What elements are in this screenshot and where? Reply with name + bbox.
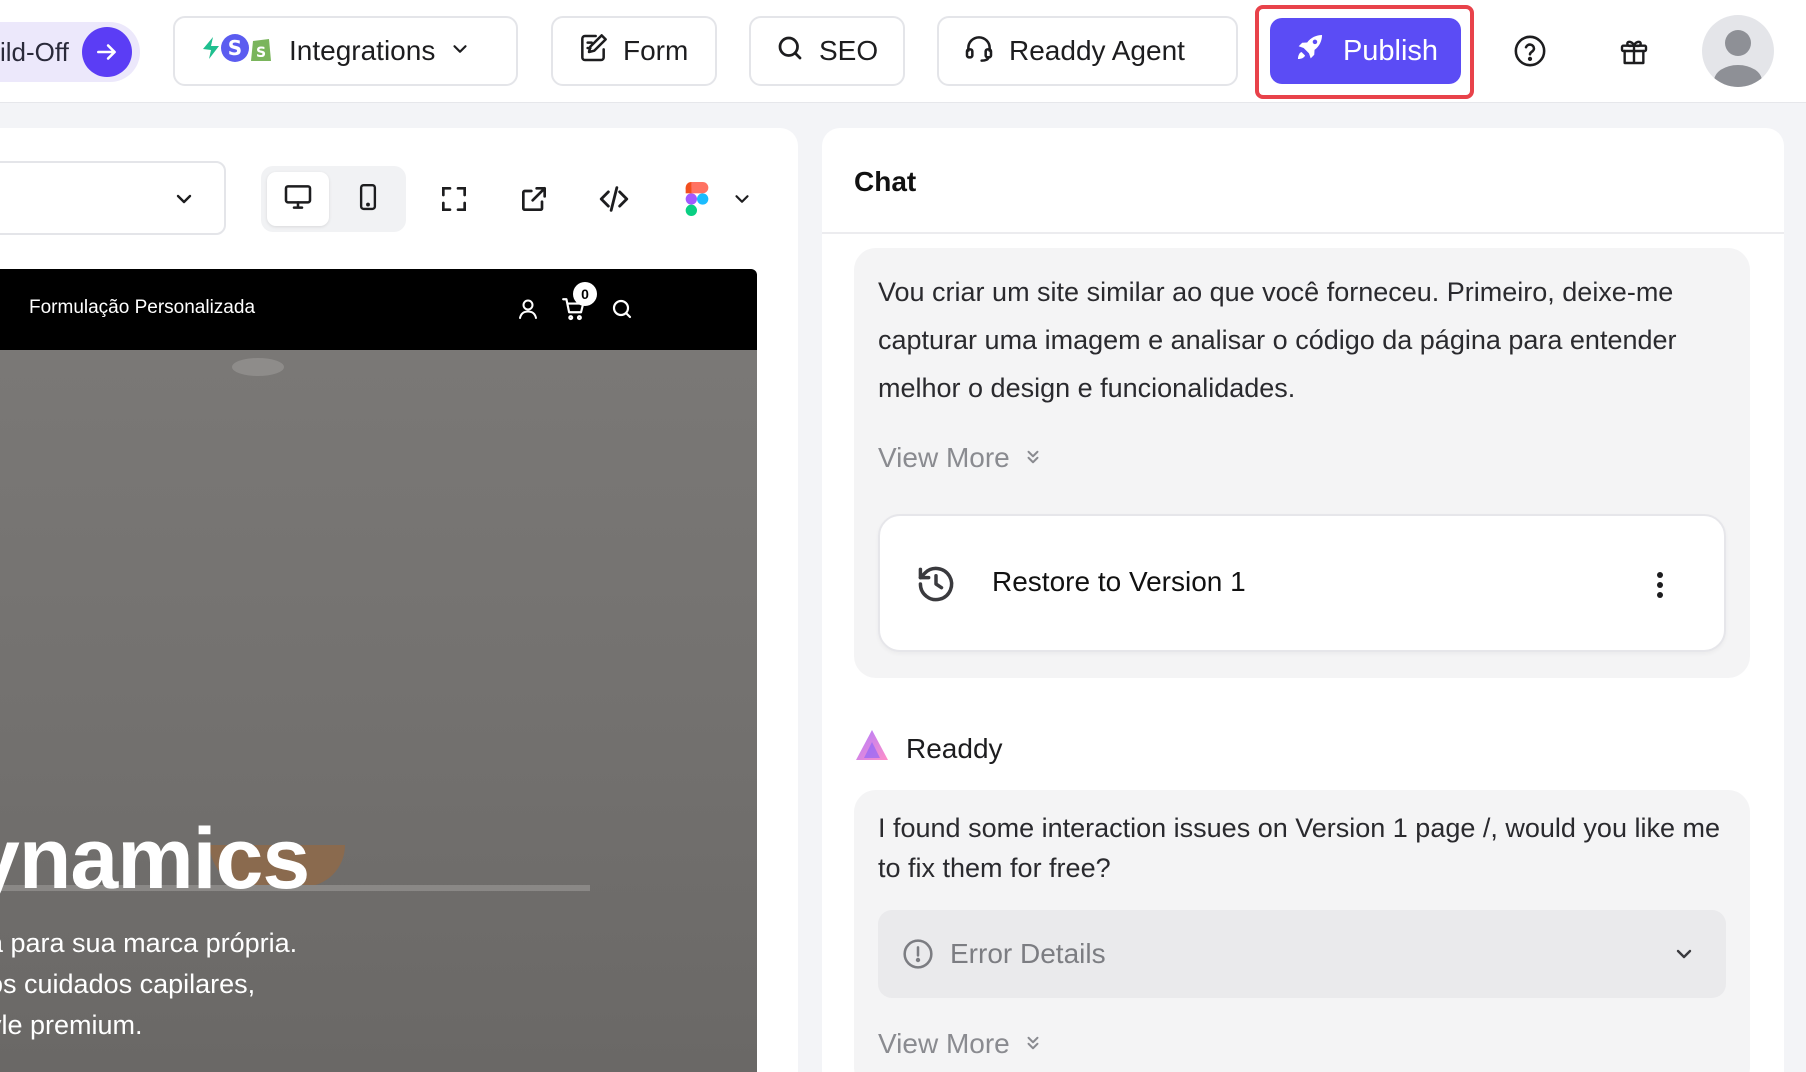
search-icon[interactable]: [608, 295, 636, 323]
code-icon[interactable]: [593, 178, 635, 220]
sender-row: Readdy: [854, 728, 1003, 769]
restore-version-card[interactable]: Restore to Version 1: [878, 514, 1726, 652]
readdy-agent-button[interactable]: Readdy Agent: [937, 16, 1238, 86]
view-more-button[interactable]: View More: [878, 1028, 1042, 1060]
view-more-label: View More: [878, 1028, 1010, 1059]
chat-divider: [822, 232, 1784, 234]
chat-title: Chat: [854, 166, 917, 197]
svg-text:S: S: [228, 36, 242, 60]
external-link-icon[interactable]: [513, 178, 555, 220]
chat-panel: Chat Vou criar um site similar ao que vo…: [822, 128, 1784, 1072]
hero-subtitle-line: yle premium.: [0, 1010, 143, 1040]
chevron-down-icon: [449, 35, 471, 67]
assistant-message: Vou criar um site similar ao que você fo…: [854, 248, 1750, 678]
publish-button[interactable]: Publish: [1270, 18, 1461, 84]
error-details-label: Error Details: [950, 938, 1106, 969]
message-text: I found some interaction issues on Versi…: [878, 813, 1720, 883]
hero-lamp-decor: [232, 358, 284, 376]
integrations-dropdown[interactable]: S S Integrations: [173, 16, 518, 86]
sender-name: Readdy: [906, 732, 1003, 764]
double-chevron-down-icon: [1024, 442, 1042, 474]
desktop-view-button[interactable]: [267, 172, 329, 226]
hero-section: ynamics a para sua marca própria. os cui…: [0, 350, 757, 1072]
rocket-icon: [1293, 30, 1327, 72]
view-more-button[interactable]: View More: [878, 442, 1042, 474]
device-toggle: [261, 166, 406, 232]
chevron-down-icon: [1672, 942, 1696, 971]
publish-label: Publish: [1342, 34, 1439, 67]
site-preview: Formulação Personalizada 0 ynamics a par…: [0, 269, 757, 1072]
avatar[interactable]: [1702, 15, 1774, 87]
help-icon[interactable]: [1509, 30, 1551, 72]
form-button[interactable]: Form: [551, 16, 717, 86]
desktop-icon: [282, 181, 314, 218]
user-icon[interactable]: [514, 295, 542, 323]
form-edit-icon: [577, 32, 609, 71]
headset-icon: [963, 32, 995, 71]
site-brand[interactable]: Formulação Personalizada: [29, 297, 255, 319]
readdy-logo-icon: [854, 728, 890, 769]
hero-subtitle-line: os cuidados capilares,: [0, 969, 256, 999]
restore-version-label: Restore to Version 1: [992, 566, 1246, 597]
preview-panel: Formulação Personalizada 0 ynamics a par…: [0, 128, 798, 1072]
seo-label: SEO: [819, 35, 879, 66]
build-off-label: ild-Off: [0, 36, 69, 67]
chevron-down-icon[interactable]: [721, 178, 763, 220]
alert-circle-icon: [902, 938, 934, 975]
integrations-logos-icon: S S: [199, 31, 275, 72]
hero-subtitle-line: a para sua marca própria.: [0, 928, 298, 958]
integrations-label: Integrations: [289, 35, 436, 66]
top-bar: ild-Off S S Integrations Form SEO Readdy…: [0, 0, 1806, 103]
readdy-agent-label: Readdy Agent: [1009, 35, 1185, 66]
view-more-label: View More: [878, 442, 1010, 473]
double-chevron-down-icon: [1024, 1028, 1042, 1060]
more-options-icon[interactable]: [1656, 572, 1664, 603]
cart-count-badge: 0: [573, 282, 597, 306]
history-icon: [914, 562, 958, 611]
page-selector[interactable]: [0, 161, 226, 235]
error-details-toggle[interactable]: Error Details: [878, 910, 1726, 998]
search-icon: [775, 33, 805, 70]
svg-text:S: S: [256, 45, 266, 61]
hero-title: ynamics: [0, 811, 310, 907]
form-label: Form: [623, 35, 689, 66]
site-header: Formulação Personalizada 0: [0, 269, 757, 350]
build-off-button[interactable]: ild-Off: [0, 22, 140, 82]
mobile-icon: [353, 182, 383, 217]
message-text: Vou criar um site similar ao que você fo…: [878, 277, 1677, 403]
arrow-right-icon: [82, 27, 132, 77]
fullscreen-icon[interactable]: [433, 178, 475, 220]
chevron-down-icon: [172, 187, 196, 216]
gift-icon[interactable]: [1613, 30, 1655, 72]
mobile-view-button[interactable]: [337, 172, 399, 226]
seo-button[interactable]: SEO: [749, 16, 905, 86]
figma-icon[interactable]: [676, 178, 718, 220]
assistant-reply: I found some interaction issues on Versi…: [854, 790, 1750, 1072]
